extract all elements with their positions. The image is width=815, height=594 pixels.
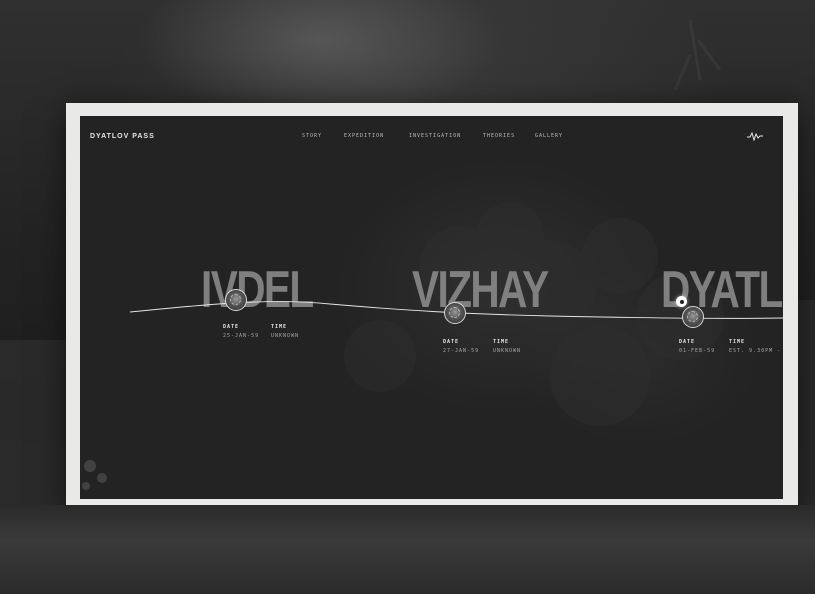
date-label: DATE <box>443 339 460 345</box>
location-marker-dot <box>679 299 684 304</box>
stop-photo-icon <box>230 294 241 305</box>
time-label: TIME <box>271 324 288 330</box>
date-value: 25-JAN-59 <box>223 333 260 339</box>
date-label: DATE <box>679 339 696 345</box>
time-label: TIME <box>729 339 746 345</box>
time-value: UNKNOWN <box>493 348 522 354</box>
location-marker-icon <box>676 296 687 307</box>
background-snow-ground <box>0 505 815 594</box>
stop-pin-ivdel[interactable] <box>225 289 247 311</box>
time-label: TIME <box>493 339 510 345</box>
stop-pin-dyatlov[interactable] <box>682 306 704 328</box>
time-value: UNKNOWN <box>271 333 300 339</box>
date-label: DATE <box>223 324 240 330</box>
stop-photo-icon <box>687 311 698 322</box>
stop-pin-vizhay[interactable] <box>444 302 466 324</box>
date-value: 27-JAN-59 <box>443 348 480 354</box>
background-scene: DYATLOV PASS STORY EXPEDITION INVESTIGAT… <box>0 0 815 594</box>
website-preview-frame: DYATLOV PASS STORY EXPEDITION INVESTIGAT… <box>66 103 798 513</box>
website-screen: DYATLOV PASS STORY EXPEDITION INVESTIGAT… <box>80 116 783 499</box>
date-value: 01-FEB-59 <box>679 348 716 354</box>
timeline-path <box>129 301 783 319</box>
stop-photo-icon <box>449 307 460 318</box>
time-value: EST. 9.30PM - <box>729 348 782 354</box>
